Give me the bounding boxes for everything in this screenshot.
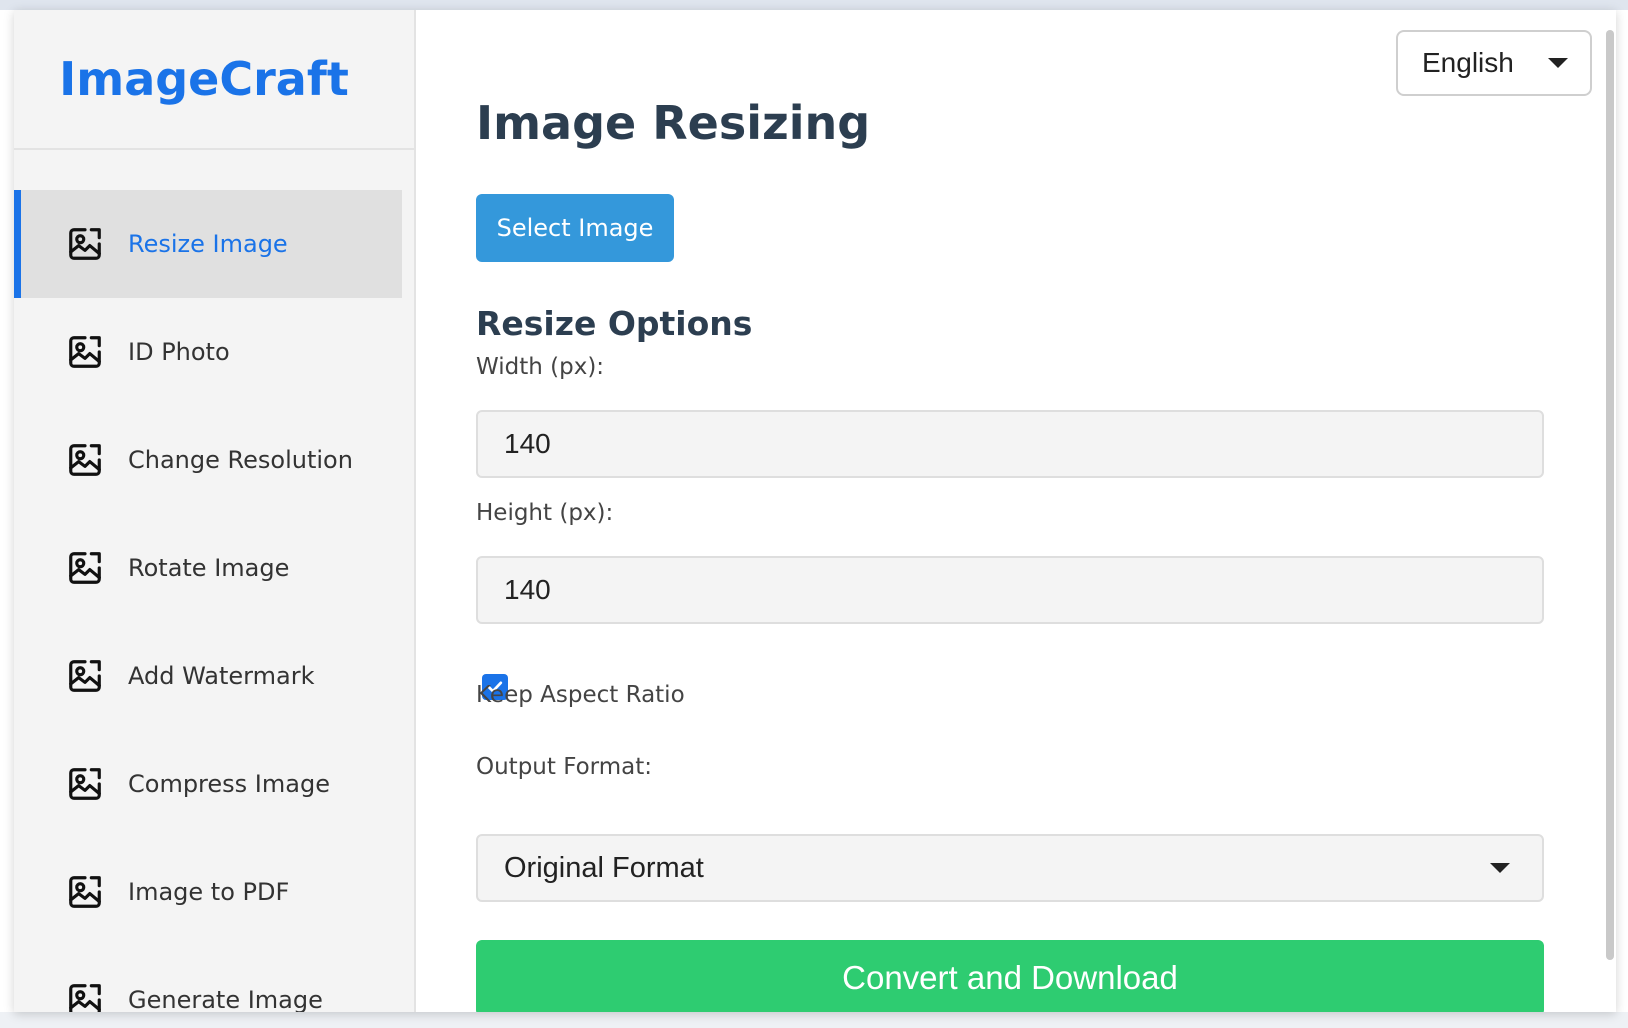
chevron-down-icon [1548, 58, 1568, 68]
sidebar-item-image-to-pdf[interactable]: Image to PDF [14, 838, 402, 946]
sidebar-item-change-resolution[interactable]: Change Resolution [14, 406, 402, 514]
extension-popup: ImageCraft Resize Image ID Photo Change … [14, 10, 1616, 1012]
browser-top-strip [0, 0, 1628, 10]
image-icon [69, 336, 101, 368]
image-icon [69, 984, 101, 1012]
image-icon [69, 660, 101, 692]
sidebar-item-label: Change Resolution [128, 446, 353, 474]
language-value: English [1422, 47, 1514, 78]
output-format-value: Original Format [504, 851, 704, 884]
sidebar-item-label: Compress Image [128, 770, 330, 798]
sidebar-item-resize-image[interactable]: Resize Image [14, 190, 402, 298]
background-page-bottom [0, 1012, 1628, 1028]
sidebar-item-label: Add Watermark [128, 662, 315, 690]
page-title: Image Resizing [476, 96, 871, 150]
sidebar-item-compress-image[interactable]: Compress Image [14, 730, 402, 838]
sidebar-item-rotate-image[interactable]: Rotate Image [14, 514, 402, 622]
background-page-left [0, 10, 14, 1028]
keep-aspect-ratio-label: Keep Aspect Ratio [476, 682, 685, 708]
resize-options-heading: Resize Options [476, 304, 753, 343]
brand-header: ImageCraft [14, 10, 414, 150]
sidebar-item-label: Resize Image [128, 230, 288, 258]
width-label: Width (px): [476, 354, 605, 380]
sidebar-item-label: Image to PDF [128, 878, 290, 906]
sidebar-item-id-photo[interactable]: ID Photo [14, 298, 402, 406]
select-image-button[interactable]: Select Image [476, 194, 674, 262]
width-input[interactable]: 140 [476, 410, 1544, 478]
sidebar: ImageCraft Resize Image ID Photo Change … [14, 10, 416, 1012]
output-format-label: Output Format: [476, 754, 653, 780]
sidebar-item-label: Rotate Image [128, 554, 290, 582]
image-icon [69, 876, 101, 908]
brand-logo-text: ImageCraft [59, 52, 349, 106]
scrollbar[interactable] [1606, 30, 1614, 960]
sidebar-item-add-watermark[interactable]: Add Watermark [14, 622, 402, 730]
language-select[interactable]: English [1396, 30, 1592, 96]
convert-download-button[interactable]: Convert and Download [476, 940, 1544, 1012]
main-panel: English Image Resizing Select Image Resi… [416, 10, 1616, 1012]
chevron-down-icon [1490, 863, 1510, 873]
image-icon [69, 768, 101, 800]
sidebar-item-label: Generate Image [128, 986, 323, 1012]
sidebar-item-generate-image[interactable]: Generate Image [14, 946, 402, 1012]
background-page-right [1616, 10, 1628, 1028]
image-icon [69, 444, 101, 476]
image-icon [69, 552, 101, 584]
sidebar-nav: Resize Image ID Photo Change Resolution … [14, 150, 414, 1012]
image-icon [69, 228, 101, 260]
output-format-select[interactable]: Original Format [476, 834, 1544, 902]
height-label: Height (px): [476, 500, 614, 526]
sidebar-item-label: ID Photo [128, 338, 230, 366]
height-input[interactable]: 140 [476, 556, 1544, 624]
